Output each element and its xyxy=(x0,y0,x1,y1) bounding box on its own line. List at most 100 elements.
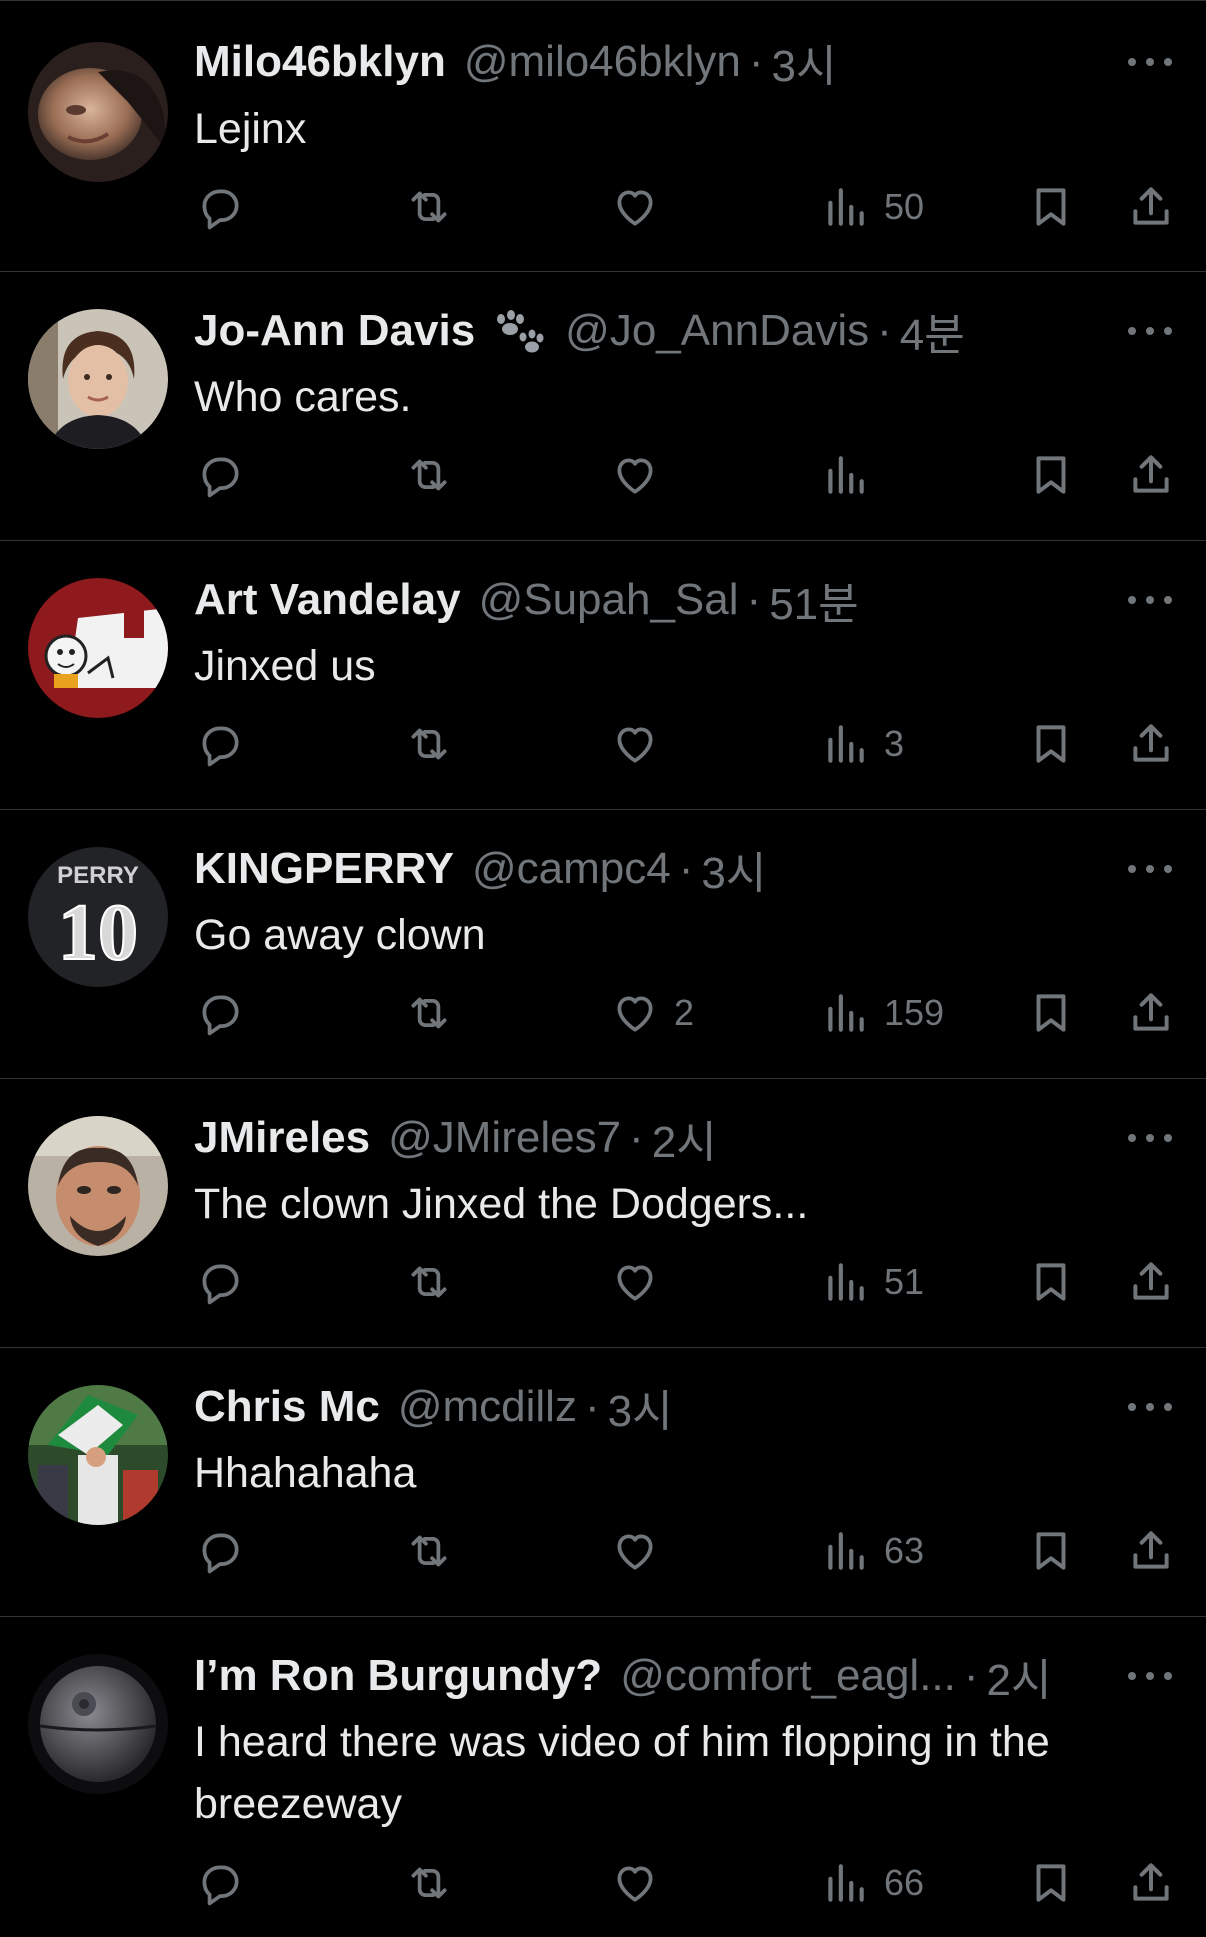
bookmark-icon xyxy=(1036,456,1066,494)
share-button[interactable] xyxy=(1126,988,1176,1038)
display-name[interactable]: Jo-Ann Davis xyxy=(194,306,475,356)
bookmark-button[interactable] xyxy=(1026,450,1076,500)
bookmark-button[interactable] xyxy=(1026,1257,1076,1307)
share-icon xyxy=(1133,187,1169,225)
retweet-button[interactable] xyxy=(404,1858,454,1908)
like-button[interactable] xyxy=(610,719,674,769)
share-icon xyxy=(1133,1262,1169,1300)
more-options-icon[interactable] xyxy=(1128,862,1172,876)
reply-button[interactable] xyxy=(195,450,245,500)
reply-icon xyxy=(202,1264,239,1305)
avatar[interactable] xyxy=(28,1654,168,1794)
reply-icon xyxy=(202,1533,239,1574)
reply-button[interactable] xyxy=(195,988,245,1038)
retweet-button[interactable] xyxy=(404,988,454,1038)
reply-button[interactable] xyxy=(195,1257,245,1307)
bookmark-button[interactable] xyxy=(1026,719,1076,769)
tweet[interactable]: Art Vandelay @Supah_Sal · 51분 Jinxed us … xyxy=(0,541,1206,810)
heart-icon xyxy=(617,727,653,763)
more-options-icon[interactable] xyxy=(1128,1131,1172,1145)
timestamp[interactable]: 4분 xyxy=(900,299,965,363)
display-name[interactable]: Art Vandelay xyxy=(194,575,461,625)
views-button[interactable]: 159 xyxy=(820,988,944,1038)
avatar[interactable] xyxy=(28,42,168,182)
share-button[interactable] xyxy=(1126,182,1176,232)
avatar[interactable]: PERRY 10 xyxy=(28,847,168,987)
share-button[interactable] xyxy=(1126,1526,1176,1576)
views-chart-icon xyxy=(828,1532,864,1570)
more-options-icon[interactable] xyxy=(1128,55,1172,69)
timestamp[interactable]: 3시 xyxy=(701,837,766,901)
user-handle[interactable]: @comfort_eagl... xyxy=(620,1651,956,1701)
user-handle[interactable]: @milo46bklyn xyxy=(464,37,741,87)
tweet[interactable]: JMireles @JMireles7 · 2시 The clown Jinxe… xyxy=(0,1079,1206,1348)
timestamp[interactable]: 3시 xyxy=(772,30,837,94)
user-handle[interactable]: @JMireles7 xyxy=(388,1113,621,1163)
like-button[interactable]: 2 xyxy=(610,988,694,1038)
avatar[interactable] xyxy=(28,1385,168,1525)
like-button[interactable] xyxy=(610,182,674,232)
more-options-icon[interactable] xyxy=(1128,1669,1172,1683)
like-button[interactable] xyxy=(610,1257,674,1307)
reply-button[interactable] xyxy=(195,182,245,232)
more-options-icon[interactable] xyxy=(1128,593,1172,607)
like-button[interactable] xyxy=(610,1858,674,1908)
tweet[interactable]: PERRY 10 KINGPERRY @campc4 · 3시 Go away c… xyxy=(0,810,1206,1079)
avatar[interactable] xyxy=(28,1116,168,1256)
bookmark-icon xyxy=(1036,1263,1066,1301)
share-button[interactable] xyxy=(1126,450,1176,500)
tweet[interactable]: I’m Ron Burgundy? @comfort_eagl... · 2시 … xyxy=(0,1617,1206,1936)
reply-feed: Milo46bklyn @milo46bklyn · 3시 Lejinx 50 … xyxy=(0,0,1206,1936)
avatar[interactable] xyxy=(28,578,168,718)
views-chart-icon xyxy=(828,1864,864,1902)
views-button[interactable]: 3 xyxy=(820,719,904,769)
retweet-button[interactable] xyxy=(404,719,454,769)
tweet[interactable]: Jo-Ann Davis @Jo_AnnDavis · 4분 Who cares… xyxy=(0,272,1206,541)
bookmark-button[interactable] xyxy=(1026,1858,1076,1908)
display-name[interactable]: KINGPERRY xyxy=(194,844,454,894)
avatar[interactable] xyxy=(28,309,168,449)
retweet-button[interactable] xyxy=(404,182,454,232)
bookmark-button[interactable] xyxy=(1026,988,1076,1038)
share-button[interactable] xyxy=(1126,1858,1176,1908)
views-button[interactable] xyxy=(820,450,884,500)
display-name[interactable]: I’m Ron Burgundy? xyxy=(194,1651,602,1701)
like-button[interactable] xyxy=(610,1526,674,1576)
tweet-text: The clown Jinxed the Dodgers... xyxy=(194,1180,809,1228)
retweet-button[interactable] xyxy=(404,450,454,500)
share-button[interactable] xyxy=(1126,719,1176,769)
tweet[interactable]: Milo46bklyn @milo46bklyn · 3시 Lejinx 50 xyxy=(0,0,1206,272)
display-name[interactable]: Milo46bklyn xyxy=(194,37,446,87)
views-button[interactable]: 51 xyxy=(820,1257,924,1307)
retweet-button[interactable] xyxy=(404,1257,454,1307)
views-button[interactable]: 50 xyxy=(820,182,924,232)
retweet-button[interactable] xyxy=(404,1526,454,1576)
timestamp[interactable]: 51분 xyxy=(769,568,858,632)
bookmark-button[interactable] xyxy=(1026,182,1076,232)
timestamp[interactable]: 3시 xyxy=(608,1375,673,1439)
views-button[interactable]: 66 xyxy=(820,1858,924,1908)
timestamp[interactable]: 2시 xyxy=(652,1106,717,1170)
more-options-icon[interactable] xyxy=(1128,1400,1172,1414)
like-button[interactable] xyxy=(610,450,674,500)
reply-button[interactable] xyxy=(195,719,245,769)
separator-dot: · xyxy=(629,1113,644,1162)
user-handle[interactable]: @campc4 xyxy=(472,844,671,894)
more-options-icon[interactable] xyxy=(1128,324,1172,338)
user-handle[interactable]: @Supah_Sal xyxy=(479,575,739,625)
bookmark-button[interactable] xyxy=(1026,1526,1076,1576)
view-count: 159 xyxy=(884,992,945,1033)
bookmark-icon xyxy=(1036,1864,1066,1902)
user-handle[interactable]: @mcdillz xyxy=(398,1382,577,1432)
share-button[interactable] xyxy=(1126,1257,1176,1307)
display-name[interactable]: JMireles xyxy=(194,1113,370,1163)
views-chart-icon xyxy=(828,456,864,494)
reply-button[interactable] xyxy=(195,1526,245,1576)
timestamp[interactable]: 2시 xyxy=(987,1644,1052,1708)
tweet-text: Who cares. xyxy=(194,373,412,421)
reply-button[interactable] xyxy=(195,1858,245,1908)
tweet[interactable]: Chris Mc @mcdillz · 3시 Hhahahaha 63 xyxy=(0,1348,1206,1617)
user-handle[interactable]: @Jo_AnnDavis xyxy=(565,306,869,356)
display-name[interactable]: Chris Mc xyxy=(194,1382,380,1432)
views-button[interactable]: 63 xyxy=(820,1526,924,1576)
